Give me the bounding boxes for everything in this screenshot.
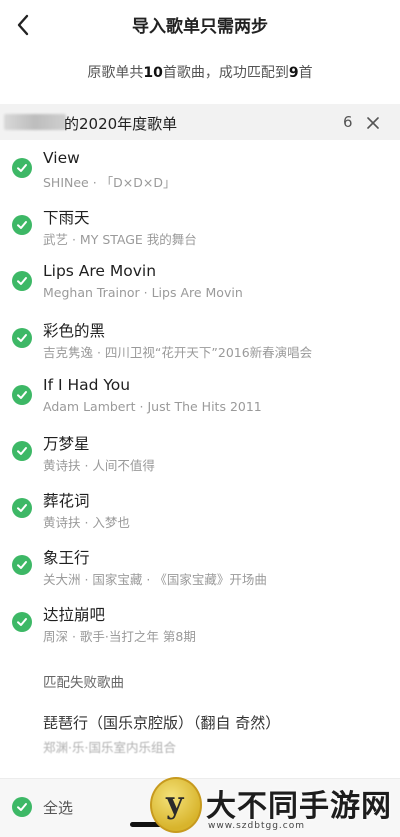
song-item[interactable]: If I Had You Adam Lambert · Just The Hit… [0, 367, 400, 424]
song-item[interactable]: 下雨天 武艺 · MY STAGE 我的舞台 [0, 197, 400, 254]
select-all-label[interactable]: 全选 [43, 797, 73, 818]
song-item[interactable]: 葬花词 黄诗扶 · 入梦也 [0, 480, 400, 537]
song-subtitle: 武艺 · MY STAGE 我的舞台 [43, 231, 197, 247]
song-subtitle: 吉克隽逸 · 四川卫视“花开天下”2016新春演唱会 [43, 345, 313, 361]
watermark-logo: y [150, 777, 202, 833]
watermark-url: www.szdbtgg.com [208, 821, 305, 831]
song-title: 下雨天 [43, 208, 90, 227]
check-circle-icon[interactable] [12, 554, 32, 575]
song-subtitle: SHINee · 「D×D×D」 [43, 175, 176, 190]
check-circle-icon[interactable] [12, 328, 32, 349]
failed-song-title: 琵琶行（国乐京腔版）（翻自 奇然） [43, 714, 281, 732]
watermark: y 大不同手游网 www.szdbtgg.com [150, 775, 400, 837]
song-subtitle: 黄诗扶 · 人间不值得 [43, 458, 155, 474]
summary-total: 10 [143, 65, 163, 81]
song-title: 葬花词 [43, 492, 90, 511]
song-subtitle: Adam Lambert · Just The Hits 2011 [43, 398, 262, 414]
playlist-count: 6 [343, 113, 353, 131]
select-all-check-icon[interactable] [12, 797, 32, 817]
check-circle-icon[interactable] [12, 611, 32, 632]
song-title: 象王行 [43, 548, 90, 567]
song-subtitle: 关大洲 · 国家宝藏 · 《国家宝藏》开场曲 [43, 571, 267, 587]
summary-suffix: 首 [298, 65, 313, 81]
close-icon [367, 117, 379, 129]
song-title: 彩色的黑 [43, 322, 106, 341]
song-subtitle: 周深 · 歌手·当打之年 第8期 [43, 628, 196, 644]
song-item[interactable]: 万梦星 黄诗扶 · 人间不值得 [0, 423, 400, 480]
summary-matched: 9 [288, 65, 299, 81]
watermark-text: 大不同手游网 [206, 789, 392, 824]
blurred-username [4, 114, 66, 130]
check-circle-icon[interactable] [12, 271, 32, 292]
failed-section-header: 匹配失败歌曲 [43, 675, 124, 691]
song-subtitle: Meghan Trainor · Lips Are Movin [43, 285, 243, 301]
check-circle-icon[interactable] [12, 384, 32, 405]
check-circle-icon[interactable] [12, 498, 32, 519]
summary-middle: 首歌曲，成功匹配到 [162, 65, 289, 81]
song-title: If I Had You [43, 375, 131, 394]
summary-prefix: 原歌单共 [87, 65, 144, 81]
song-title: Lips Are Movin [43, 262, 157, 281]
song-subtitle: 黄诗扶 · 入梦也 [43, 515, 130, 531]
match-summary: 原歌单共10首歌曲，成功匹配到9首 [0, 62, 400, 82]
playlist-name: 的2020年度歌单 [64, 115, 178, 133]
watermark-logo-char: y [166, 786, 184, 821]
song-title: View [43, 149, 80, 167]
check-circle-icon[interactable] [12, 441, 32, 462]
song-item[interactable]: View SHINee · 「D×D×D」 [0, 140, 400, 197]
check-circle-icon[interactable] [12, 158, 32, 178]
song-title: 达拉崩吧 [43, 605, 106, 624]
nav-bar: 导入歌单只需两步 [0, 0, 400, 48]
playlist-bar: 的2020年度歌单 6 [0, 104, 400, 140]
song-item[interactable]: 彩色的黑 吉克隽逸 · 四川卫视“花开天下”2016新春演唱会 [0, 310, 400, 367]
close-button[interactable] [364, 114, 382, 132]
page-title: 导入歌单只需两步 [132, 17, 268, 37]
failed-song-subtitle: 郑渊·乐·国乐室内乐组合 [43, 740, 176, 755]
check-circle-icon[interactable] [12, 214, 32, 235]
song-item[interactable]: Lips Are Movin Meghan Trainor · Lips Are… [0, 253, 400, 310]
song-title: 万梦星 [43, 435, 90, 454]
song-item[interactable]: 达拉崩吧 周深 · 歌手·当打之年 第8期 [0, 594, 400, 651]
song-list: View SHINee · 「D×D×D」 下雨天 武艺 · MY STAGE … [0, 140, 400, 650]
song-item[interactable]: 象王行 关大洲 · 国家宝藏 · 《国家宝藏》开场曲 [0, 537, 400, 594]
